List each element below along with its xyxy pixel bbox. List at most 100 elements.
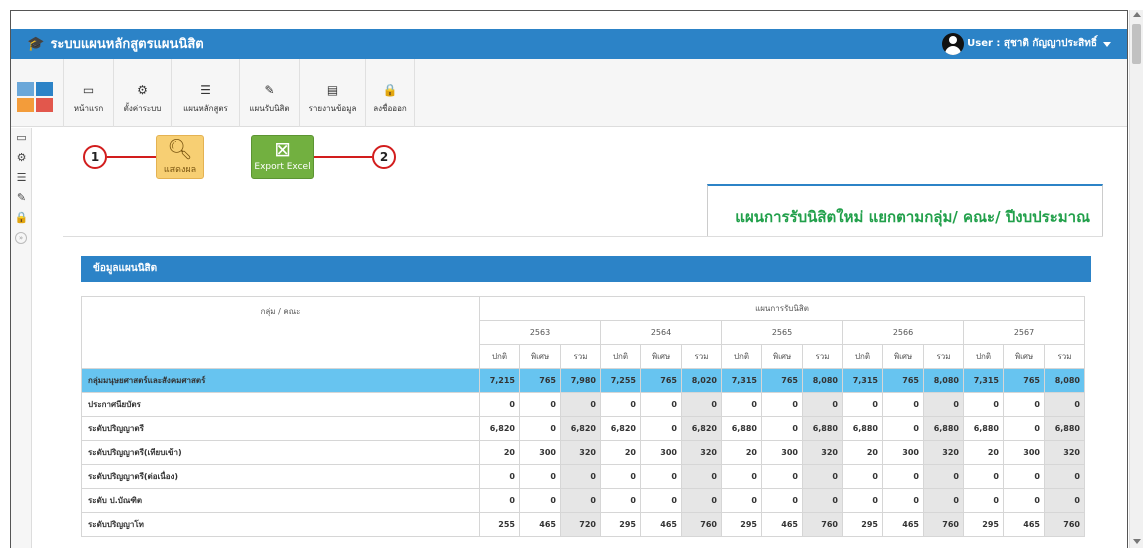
menu-settings[interactable]: ⚙ ตั้งค่าระบบ — [113, 59, 171, 127]
table-cell: 0 — [923, 488, 964, 513]
table-cell: 0 — [882, 392, 924, 417]
table-cell: 300 — [761, 440, 803, 465]
export-excel-button[interactable]: ⊠ Export Excel — [251, 135, 314, 179]
menu-home-label: หน้าแรก — [73, 104, 104, 113]
report-heading: แผนการรับนิสิตใหม่ แยกตามกลุ่ม/ คณะ/ ปีง… — [735, 208, 1090, 226]
sidebar-lock-icon[interactable]: 🔒 — [11, 208, 32, 228]
group-column-header: กลุ่ม / คณะ — [81, 296, 480, 369]
search-icon: 🔍︎ — [167, 137, 193, 161]
table-cell: 7,215 — [479, 368, 520, 393]
table-cell: 300 — [882, 440, 924, 465]
table-cell: 0 — [600, 392, 641, 417]
table-cell: 6,880 — [721, 416, 762, 441]
menu-student-plan-label: แผนรับนิสิต — [249, 104, 290, 113]
sidebar-expand-icon[interactable]: » — [15, 232, 27, 244]
table-cell: 7,255 — [600, 368, 641, 393]
table-cell: 0 — [519, 464, 561, 489]
table-cell: 765 — [882, 368, 924, 393]
panel-header: ข้อมูลแผนนิสิต — [81, 256, 1091, 282]
table-cell: 760 — [802, 512, 843, 537]
menu-student-plan[interactable]: ✎ แผนรับนิสิต — [239, 59, 299, 127]
table-cell: 0 — [681, 464, 722, 489]
table-cell: 0 — [681, 488, 722, 513]
caret-down-icon — [1103, 41, 1111, 47]
table-cell: 300 — [1003, 440, 1045, 465]
sub-header: รวม — [560, 344, 601, 369]
table-cell: 8,080 — [1044, 368, 1085, 393]
table-cell: 320 — [560, 440, 601, 465]
table-cell: 765 — [1003, 368, 1045, 393]
table-cell: 0 — [1044, 392, 1085, 417]
menu-curriculum-plan-label: แผนหลักสูตร — [183, 104, 228, 113]
menu-logout-label: ลงชื่อออก — [373, 104, 407, 113]
scroll-thumb[interactable] — [1132, 24, 1141, 64]
scroll-down-arrow-icon[interactable] — [1133, 539, 1141, 544]
table-cell: 0 — [600, 488, 641, 513]
table-cell: 0 — [721, 392, 762, 417]
sub-header: ปกติ — [479, 344, 520, 369]
table-cell: 6,820 — [560, 416, 601, 441]
sub-header: รวม — [1044, 344, 1085, 369]
table-cell: 0 — [560, 464, 601, 489]
table-cell: 0 — [479, 488, 520, 513]
table-cell: 295 — [600, 512, 641, 537]
table-cell: 765 — [519, 368, 561, 393]
table-cell: 465 — [761, 512, 803, 537]
sidebar-gears-icon[interactable]: ⚙ — [11, 148, 32, 168]
table-cell: 20 — [842, 440, 883, 465]
user-menu[interactable]: User : สุชาติ กัญญาประสิทธิ์ — [942, 32, 1111, 56]
table-cell: 7,315 — [963, 368, 1004, 393]
sub-header: ปกติ — [721, 344, 762, 369]
table-cell: 6,820 — [600, 416, 641, 441]
page-scrollbar[interactable] — [1129, 10, 1143, 548]
table-cell: 0 — [923, 464, 964, 489]
table-row: ระดับ ป.บัณฑิต 0 0 0 0 0 0 0 0 0 0 0 0 0 0 0 — [81, 488, 1085, 513]
table-row: ระดับปริญญาตรี(ต่อเนื่อง) 0 0 0 0 0 0 0 0 0 0 0 0 0 0 0 — [81, 464, 1085, 489]
table-cell: 7,315 — [721, 368, 762, 393]
table-cell: 0 — [640, 488, 682, 513]
table-cell: 0 — [882, 416, 924, 441]
menu-logout[interactable]: 🔒 ลงชื่อออก — [365, 59, 415, 127]
sub-header: รวม — [681, 344, 722, 369]
sub-header: ปกติ — [963, 344, 1004, 369]
table-cell: 0 — [1003, 464, 1045, 489]
app-title: ระบบแผนหลักสูตรแผนนิสิต — [50, 37, 204, 52]
table-cell: 0 — [519, 488, 561, 513]
menu-home[interactable]: ▭ หน้าแรก — [63, 59, 113, 127]
sidebar-monitor-icon[interactable]: ▭ — [11, 128, 32, 148]
plan-header: แผนการรับนิสิต — [479, 296, 1085, 321]
app-brand[interactable]: 🎓 ระบบแผนหลักสูตรแผนนิสิต — [27, 29, 204, 59]
sub-header: รวม — [802, 344, 843, 369]
graduation-cap-icon: 🎓 — [27, 36, 45, 52]
row-label: ระดับ ป.บัณฑิต — [81, 488, 480, 513]
gears-icon: ⚙ — [137, 83, 148, 97]
sub-header: ปกติ — [600, 344, 641, 369]
table-row: ระดับปริญญาตรี(เทียบเข้า) 20 300 320 20 300 32… — [81, 440, 1085, 465]
sidebar-list-icon[interactable]: ☰ — [11, 168, 32, 188]
table-cell: 0 — [519, 416, 561, 441]
table-row: ระดับปริญญาโท 255 465 720 295 465 760 295 465 760… — [81, 512, 1085, 537]
menu-reports[interactable]: ▤ รายงานข้อมูล — [299, 59, 365, 127]
sidebar-edit-icon[interactable]: ✎ — [11, 188, 32, 208]
table-cell: 0 — [842, 464, 883, 489]
table-cell: 8,080 — [802, 368, 843, 393]
row-label: ระดับปริญญาตรี(ต่อเนื่อง) — [81, 464, 480, 489]
table-cell: 6,880 — [842, 416, 883, 441]
table-cell: 0 — [1003, 488, 1045, 513]
table-cell: 0 — [519, 392, 561, 417]
table-cell: 0 — [681, 392, 722, 417]
scroll-up-arrow-icon[interactable] — [1133, 12, 1141, 17]
table-cell: 0 — [479, 464, 520, 489]
show-results-button[interactable]: 🔍︎ แสดงผล — [156, 135, 204, 179]
table-cell: 465 — [882, 512, 924, 537]
table-cell: 0 — [640, 392, 682, 417]
table-cell: 0 — [842, 488, 883, 513]
sub-header: พิเศษ — [1003, 344, 1045, 369]
table-cell: 0 — [640, 416, 682, 441]
year-header: 2566 — [842, 320, 964, 345]
table-cell: 0 — [761, 488, 803, 513]
menu-curriculum-plan[interactable]: ☰ แผนหลักสูตร — [171, 59, 239, 127]
table-row: ระดับปริญญาตรี 6,820 0 6,820 6,820 0 6,820 6,88… — [81, 416, 1085, 441]
table-cell: 300 — [519, 440, 561, 465]
table-cell: 0 — [802, 392, 843, 417]
